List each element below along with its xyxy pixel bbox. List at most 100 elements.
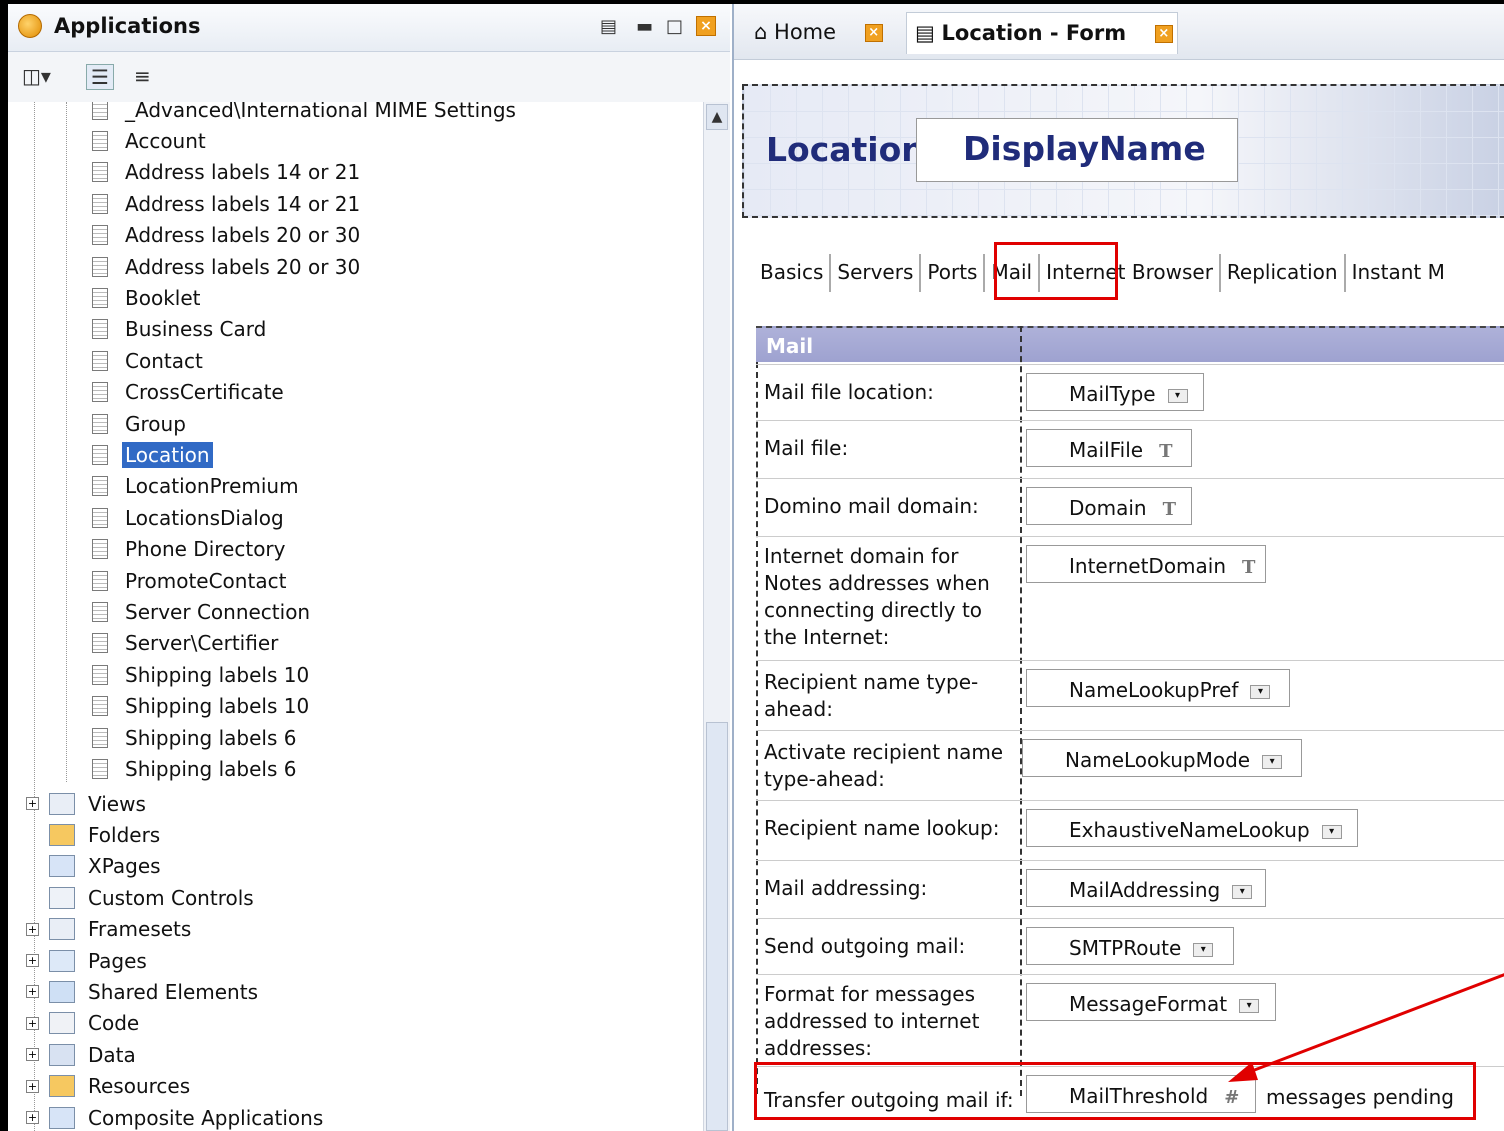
shared-elements-icon xyxy=(49,980,75,1003)
form-icon xyxy=(92,570,108,591)
category-custom-controls[interactable]: Custom Controls xyxy=(26,884,257,915)
dropdown-icon[interactable]: ▾ xyxy=(1321,824,1342,839)
form-tab-replication[interactable]: Replication xyxy=(1221,260,1344,284)
field-mailaddressing[interactable]: MailAddressing ▾ xyxy=(1026,869,1266,907)
form-tree-item[interactable]: Server\Certifier xyxy=(92,630,281,661)
scrollbar-thumb[interactable] xyxy=(706,722,728,1131)
field-internetdomain[interactable]: InternetDomain T xyxy=(1026,545,1266,583)
tab-home[interactable]: ⌂ Home × xyxy=(744,12,894,54)
category-framesets[interactable]: + Framesets xyxy=(26,916,194,947)
form-tree-item[interactable]: Shipping labels 6 xyxy=(92,755,299,786)
field-namelookuppref[interactable]: NameLookupPref ▾ xyxy=(1026,669,1290,707)
field-smtproute[interactable]: SMTPRoute ▾ xyxy=(1026,927,1234,965)
field-mailfile[interactable]: MailFile T xyxy=(1026,429,1192,467)
field-namelookupmode[interactable]: NameLookupMode ▾ xyxy=(1022,739,1302,777)
dropdown-icon[interactable]: ▾ xyxy=(1193,942,1214,957)
category-views[interactable]: + Views xyxy=(26,790,149,821)
field-name: InternetDomain xyxy=(1069,554,1227,578)
tree-view-icon[interactable]: ☰ xyxy=(86,64,114,90)
category-label: Data xyxy=(88,1042,136,1067)
field-domain[interactable]: Domain T xyxy=(1026,487,1192,525)
form-tree-item[interactable]: Location xyxy=(92,441,213,472)
vertical-scrollbar[interactable]: ▲ xyxy=(703,102,730,1131)
form-tree-item[interactable]: Phone Directory xyxy=(92,536,289,567)
form-tree-item-label: Shipping labels 6 xyxy=(125,725,297,750)
form-tree-item[interactable]: LocationsDialog xyxy=(92,504,287,535)
maximize-icon[interactable]: □ xyxy=(666,16,683,37)
form-tree-item-label: _Advanced\International MIME Settings xyxy=(125,102,516,122)
close-tab-icon[interactable]: × xyxy=(864,24,883,42)
category-code[interactable]: + Code xyxy=(26,1010,142,1041)
form-tab-servers[interactable]: Servers xyxy=(831,260,919,284)
dropdown-icon[interactable]: ▾ xyxy=(1167,388,1188,403)
expand-icon[interactable]: + xyxy=(26,1111,39,1124)
form-tree-item[interactable]: Address labels 14 or 21 xyxy=(92,190,363,221)
text-type-icon: T xyxy=(1242,557,1256,578)
dropdown-icon[interactable]: ▾ xyxy=(1262,754,1283,769)
form-tree-item[interactable]: Server Connection xyxy=(92,598,313,629)
form-tab-basics[interactable]: Basics xyxy=(754,260,829,284)
expand-icon[interactable]: + xyxy=(26,1079,39,1093)
expand-icon[interactable]: + xyxy=(26,1016,39,1030)
field-exhaustivenamelookup[interactable]: ExhaustiveNameLookup ▾ xyxy=(1026,809,1358,847)
category-pages[interactable]: + Pages xyxy=(26,947,150,978)
panel-title: Applications xyxy=(54,14,201,38)
category-composite-applications[interactable]: + Composite Applications xyxy=(26,1104,326,1131)
category-label: Resources xyxy=(88,1074,191,1099)
form-tree-item[interactable]: Group xyxy=(92,410,189,441)
form-banner: Location DisplayName xyxy=(742,84,1504,218)
minimize-icon[interactable]: ▬ xyxy=(636,16,653,37)
form-tree-item[interactable]: Account xyxy=(92,127,209,158)
expand-icon[interactable]: + xyxy=(26,985,39,999)
category-data[interactable]: + Data xyxy=(26,1041,139,1072)
form-icon xyxy=(92,225,108,246)
form-tree-item[interactable]: Shipping labels 10 xyxy=(92,661,312,692)
form-tree-item[interactable]: PromoteContact xyxy=(92,567,289,598)
form-tree-item-label: Shipping labels 10 xyxy=(125,694,310,719)
category-label: Code xyxy=(88,1011,140,1036)
displayname-field[interactable]: DisplayName xyxy=(916,118,1238,182)
panel-menu-icon[interactable]: ▤ xyxy=(600,16,617,37)
custom-controls-icon xyxy=(49,886,75,909)
form-tree-item[interactable]: CrossCertificate xyxy=(92,379,287,410)
form-icon xyxy=(92,319,108,340)
dropdown-icon[interactable]: ▾ xyxy=(1232,884,1253,899)
expand-icon[interactable]: + xyxy=(26,797,39,810)
expand-icon[interactable]: + xyxy=(26,1048,39,1062)
form-tree-item-label: Booklet xyxy=(125,285,201,310)
form-icon xyxy=(92,102,108,120)
list-view-icon[interactable]: ≡ xyxy=(134,64,151,88)
expand-icon[interactable]: + xyxy=(26,954,39,967)
form-tree-item[interactable]: Address labels 20 or 30 xyxy=(92,222,363,253)
form-tree-item[interactable]: Shipping labels 10 xyxy=(92,693,312,724)
banner-label: Location xyxy=(766,130,925,169)
form-tab-instant-m[interactable]: Instant M xyxy=(1346,260,1451,284)
form-tree-item[interactable]: Booklet xyxy=(92,284,203,315)
close-icon[interactable]: × xyxy=(696,16,716,36)
field-mailtype[interactable]: MailType ▾ xyxy=(1026,373,1204,411)
category-folders[interactable]: Folders xyxy=(26,821,163,852)
form-icon xyxy=(92,382,108,403)
dropdown-icon[interactable]: ▾ xyxy=(1250,684,1271,699)
form-tree-item[interactable]: Shipping labels 6 xyxy=(92,724,299,755)
form-icon xyxy=(92,507,108,528)
form-tree-item[interactable]: Business Card xyxy=(92,316,269,347)
close-tab-icon[interactable]: × xyxy=(1154,25,1173,43)
expand-icon[interactable]: + xyxy=(26,922,39,936)
category-shared-elements[interactable]: + Shared Elements xyxy=(26,978,261,1009)
form-tree-item[interactable]: LocationPremium xyxy=(92,473,302,504)
category-xpages[interactable]: XPages xyxy=(26,853,164,884)
form-icon xyxy=(92,727,108,748)
field-label: Domino mail domain: xyxy=(764,494,979,518)
form-tree-item[interactable]: Address labels 20 or 30 xyxy=(92,253,363,284)
form-tab-ports[interactable]: Ports xyxy=(921,260,983,284)
category-resources[interactable]: + Resources xyxy=(26,1073,193,1104)
design-tree: _Advanced\International MIME Settings Acc… xyxy=(8,102,703,1131)
framesets-icon xyxy=(49,918,75,941)
form-tree-item[interactable]: _Advanced\International MIME Settings xyxy=(92,102,519,127)
form-tree-item[interactable]: Address labels 14 or 21 xyxy=(92,159,363,190)
form-tree-item[interactable]: Contact xyxy=(92,347,206,378)
tab-location-form[interactable]: ▤ Location - Form × xyxy=(906,12,1178,54)
new-design-element-icon[interactable]: ◫▾ xyxy=(22,64,51,88)
scroll-up-icon[interactable]: ▲ xyxy=(706,104,728,130)
